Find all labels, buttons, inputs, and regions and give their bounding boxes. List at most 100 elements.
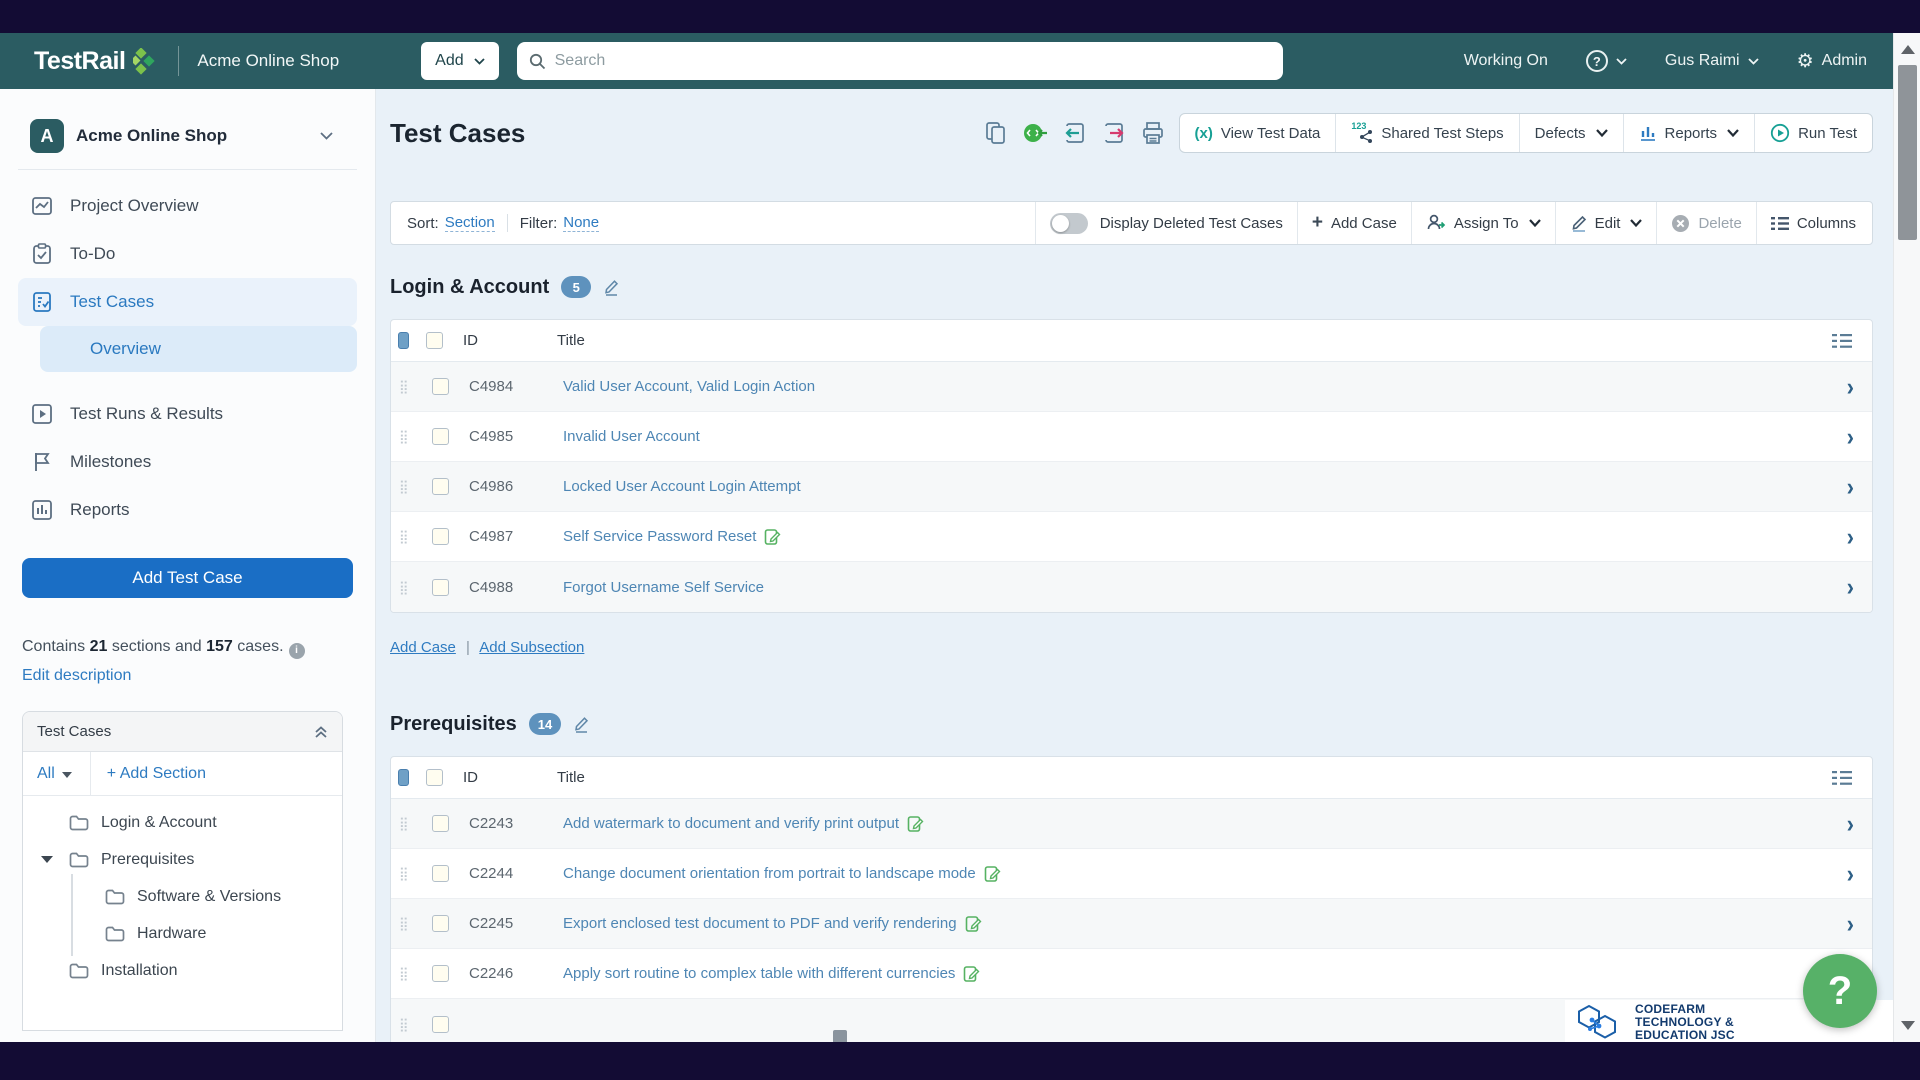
project-switcher[interactable]: A Acme Online Shop xyxy=(18,115,357,157)
xml-export-icon[interactable] xyxy=(1022,121,1048,145)
table-row[interactable]: ⣿ C2246 Apply sort routine to complex ta… xyxy=(391,949,1872,999)
row-checkbox[interactable] xyxy=(432,815,449,832)
add-case-button[interactable]: + Add Case xyxy=(1312,215,1397,232)
sidebar-item-overview[interactable]: Overview xyxy=(40,326,357,372)
tree-scope-dropdown[interactable]: All xyxy=(23,752,91,795)
row-open-chevron[interactable]: › xyxy=(1847,574,1854,599)
sort-value-link[interactable]: Section xyxy=(445,214,495,232)
caret-down-icon[interactable] xyxy=(41,856,53,863)
row-open-chevron[interactable]: › xyxy=(1847,524,1854,549)
search-input[interactable] xyxy=(555,52,1271,70)
table-row[interactable]: ⣿ C4985 Invalid User Account › xyxy=(391,412,1872,462)
view-test-data-button[interactable]: (x) View Test Data xyxy=(1180,114,1336,152)
shared-test-steps-button[interactable]: 123 Shared Test Steps xyxy=(1335,114,1518,152)
defects-dropdown-button[interactable]: Defects xyxy=(1519,114,1623,152)
testrail-logo[interactable]: TestRail xyxy=(34,47,160,76)
drag-handle-icon[interactable]: ⣿ xyxy=(399,581,415,594)
sidebar-item-reports[interactable]: Reports xyxy=(18,486,357,534)
edit-dropdown-button[interactable]: Edit xyxy=(1570,214,1643,232)
row-checkbox[interactable] xyxy=(432,428,449,445)
drag-handle-icon[interactable]: ⣿ xyxy=(399,967,415,980)
add-case-link[interactable]: Add Case xyxy=(390,639,456,656)
help-fab-button[interactable]: ? xyxy=(1803,954,1877,1028)
page-scrollbar[interactable] xyxy=(1893,33,1920,1042)
copy-icon[interactable] xyxy=(985,121,1007,145)
row-open-chevron[interactable]: › xyxy=(1847,811,1854,836)
row-open-chevron[interactable]: › xyxy=(1847,861,1854,886)
display-deleted-toggle[interactable] xyxy=(1050,213,1088,234)
table-row[interactable]: ⣿ C4987 Self Service Password Reset › xyxy=(391,512,1872,562)
add-section-link[interactable]: + Add Section xyxy=(91,752,222,795)
row-open-chevron[interactable]: › xyxy=(1847,374,1854,399)
print-icon[interactable] xyxy=(1141,121,1165,145)
edit-description-link[interactable]: Edit description xyxy=(18,667,357,685)
columns-config-icon[interactable] xyxy=(1832,333,1852,349)
row-checkbox[interactable] xyxy=(432,965,449,982)
table-row[interactable]: ⣿ C4984 Valid User Account, Valid Login … xyxy=(391,362,1872,412)
admin-menu[interactable]: ⚙ Admin xyxy=(1797,52,1867,71)
case-title-link[interactable]: Forgot Username Self Service xyxy=(563,579,764,596)
export-icon[interactable] xyxy=(1102,122,1126,144)
case-title-link[interactable]: Export enclosed test document to PDF and… xyxy=(563,915,957,932)
row-checkbox[interactable] xyxy=(432,528,449,545)
add-test-case-button[interactable]: Add Test Case xyxy=(22,558,353,598)
drag-handle-icon[interactable]: ⣿ xyxy=(399,480,415,493)
case-title-link[interactable]: Change document orientation from portrai… xyxy=(563,865,976,882)
drag-handle-icon[interactable]: ⣿ xyxy=(399,867,415,880)
reports-dropdown-button[interactable]: Reports xyxy=(1623,114,1755,152)
scrollbar-thumb[interactable] xyxy=(1898,65,1917,240)
edit-section-icon[interactable] xyxy=(573,715,589,733)
add-dropdown-button[interactable]: Add xyxy=(421,42,498,80)
info-icon[interactable]: i xyxy=(289,643,305,659)
columns-config-icon[interactable] xyxy=(1832,770,1852,786)
table-row[interactable]: ⣿ C4988 Forgot Username Self Service › xyxy=(391,562,1872,612)
sidebar-item-test-cases[interactable]: Test Cases xyxy=(18,278,357,326)
sidebar-item-milestones[interactable]: Milestones xyxy=(18,438,357,486)
row-checkbox[interactable] xyxy=(432,579,449,596)
working-on-menu[interactable]: Working On xyxy=(1464,52,1548,70)
case-title-link[interactable]: Invalid User Account xyxy=(563,428,700,445)
import-icon[interactable] xyxy=(1063,122,1087,144)
tree-section-item[interactable]: Login & Account xyxy=(23,804,342,841)
select-all-checkbox[interactable] xyxy=(426,769,443,786)
selection-column-icon[interactable] xyxy=(398,769,409,786)
drag-handle-icon[interactable]: ⣿ xyxy=(399,917,415,930)
sidebar-item-todo[interactable]: To-Do xyxy=(18,230,357,278)
tree-section-item[interactable]: Software & Versions xyxy=(23,878,342,915)
tree-section-item[interactable]: Hardware xyxy=(23,915,342,952)
table-row[interactable]: ⣿ C2243 Add watermark to document and ve… xyxy=(391,799,1872,849)
sidebar-item-test-runs[interactable]: Test Runs & Results xyxy=(18,390,357,438)
add-subsection-link[interactable]: Add Subsection xyxy=(479,639,584,656)
row-open-chevron[interactable]: › xyxy=(1847,474,1854,499)
row-open-chevron[interactable]: › xyxy=(1847,911,1854,936)
case-title-link[interactable]: Self Service Password Reset xyxy=(563,528,756,545)
table-row[interactable]: ⣿ C2244 Change document orientation from… xyxy=(391,849,1872,899)
scroll-up-arrow[interactable] xyxy=(1901,45,1915,54)
row-checkbox[interactable] xyxy=(432,478,449,495)
assign-to-dropdown-button[interactable]: Assign To xyxy=(1426,213,1541,233)
table-row[interactable]: ⣿ C2245 Export enclosed test document to… xyxy=(391,899,1872,949)
row-checkbox[interactable] xyxy=(432,915,449,932)
columns-button[interactable]: Columns xyxy=(1771,215,1856,232)
row-open-chevron[interactable]: › xyxy=(1847,424,1854,449)
filter-value-link[interactable]: None xyxy=(563,214,599,232)
user-menu[interactable]: Gus Raimi xyxy=(1665,52,1759,70)
row-checkbox[interactable] xyxy=(432,378,449,395)
scroll-down-arrow[interactable] xyxy=(1901,1021,1915,1030)
tree-section-item[interactable]: Prerequisites xyxy=(23,841,342,878)
drag-handle-icon[interactable]: ⣿ xyxy=(399,1018,415,1031)
case-title-link[interactable]: Locked User Account Login Attempt xyxy=(563,478,801,495)
case-title-link[interactable]: Valid User Account, Valid Login Action xyxy=(563,378,815,395)
collapse-icon[interactable] xyxy=(314,725,328,739)
help-menu[interactable]: ? xyxy=(1586,50,1627,72)
table-row[interactable]: ⣿ C4986 Locked User Account Login Attemp… xyxy=(391,462,1872,512)
drag-handle-icon[interactable]: ⣿ xyxy=(399,430,415,443)
run-test-button[interactable]: Run Test xyxy=(1754,114,1872,152)
edit-section-icon[interactable] xyxy=(603,278,619,296)
selection-column-icon[interactable] xyxy=(398,332,409,349)
row-checkbox[interactable] xyxy=(432,865,449,882)
drag-handle-icon[interactable]: ⣿ xyxy=(399,380,415,393)
delete-button[interactable]: Delete xyxy=(1671,214,1741,233)
drag-handle-icon[interactable]: ⣿ xyxy=(399,530,415,543)
tree-section-item[interactable]: Installation xyxy=(23,952,342,989)
